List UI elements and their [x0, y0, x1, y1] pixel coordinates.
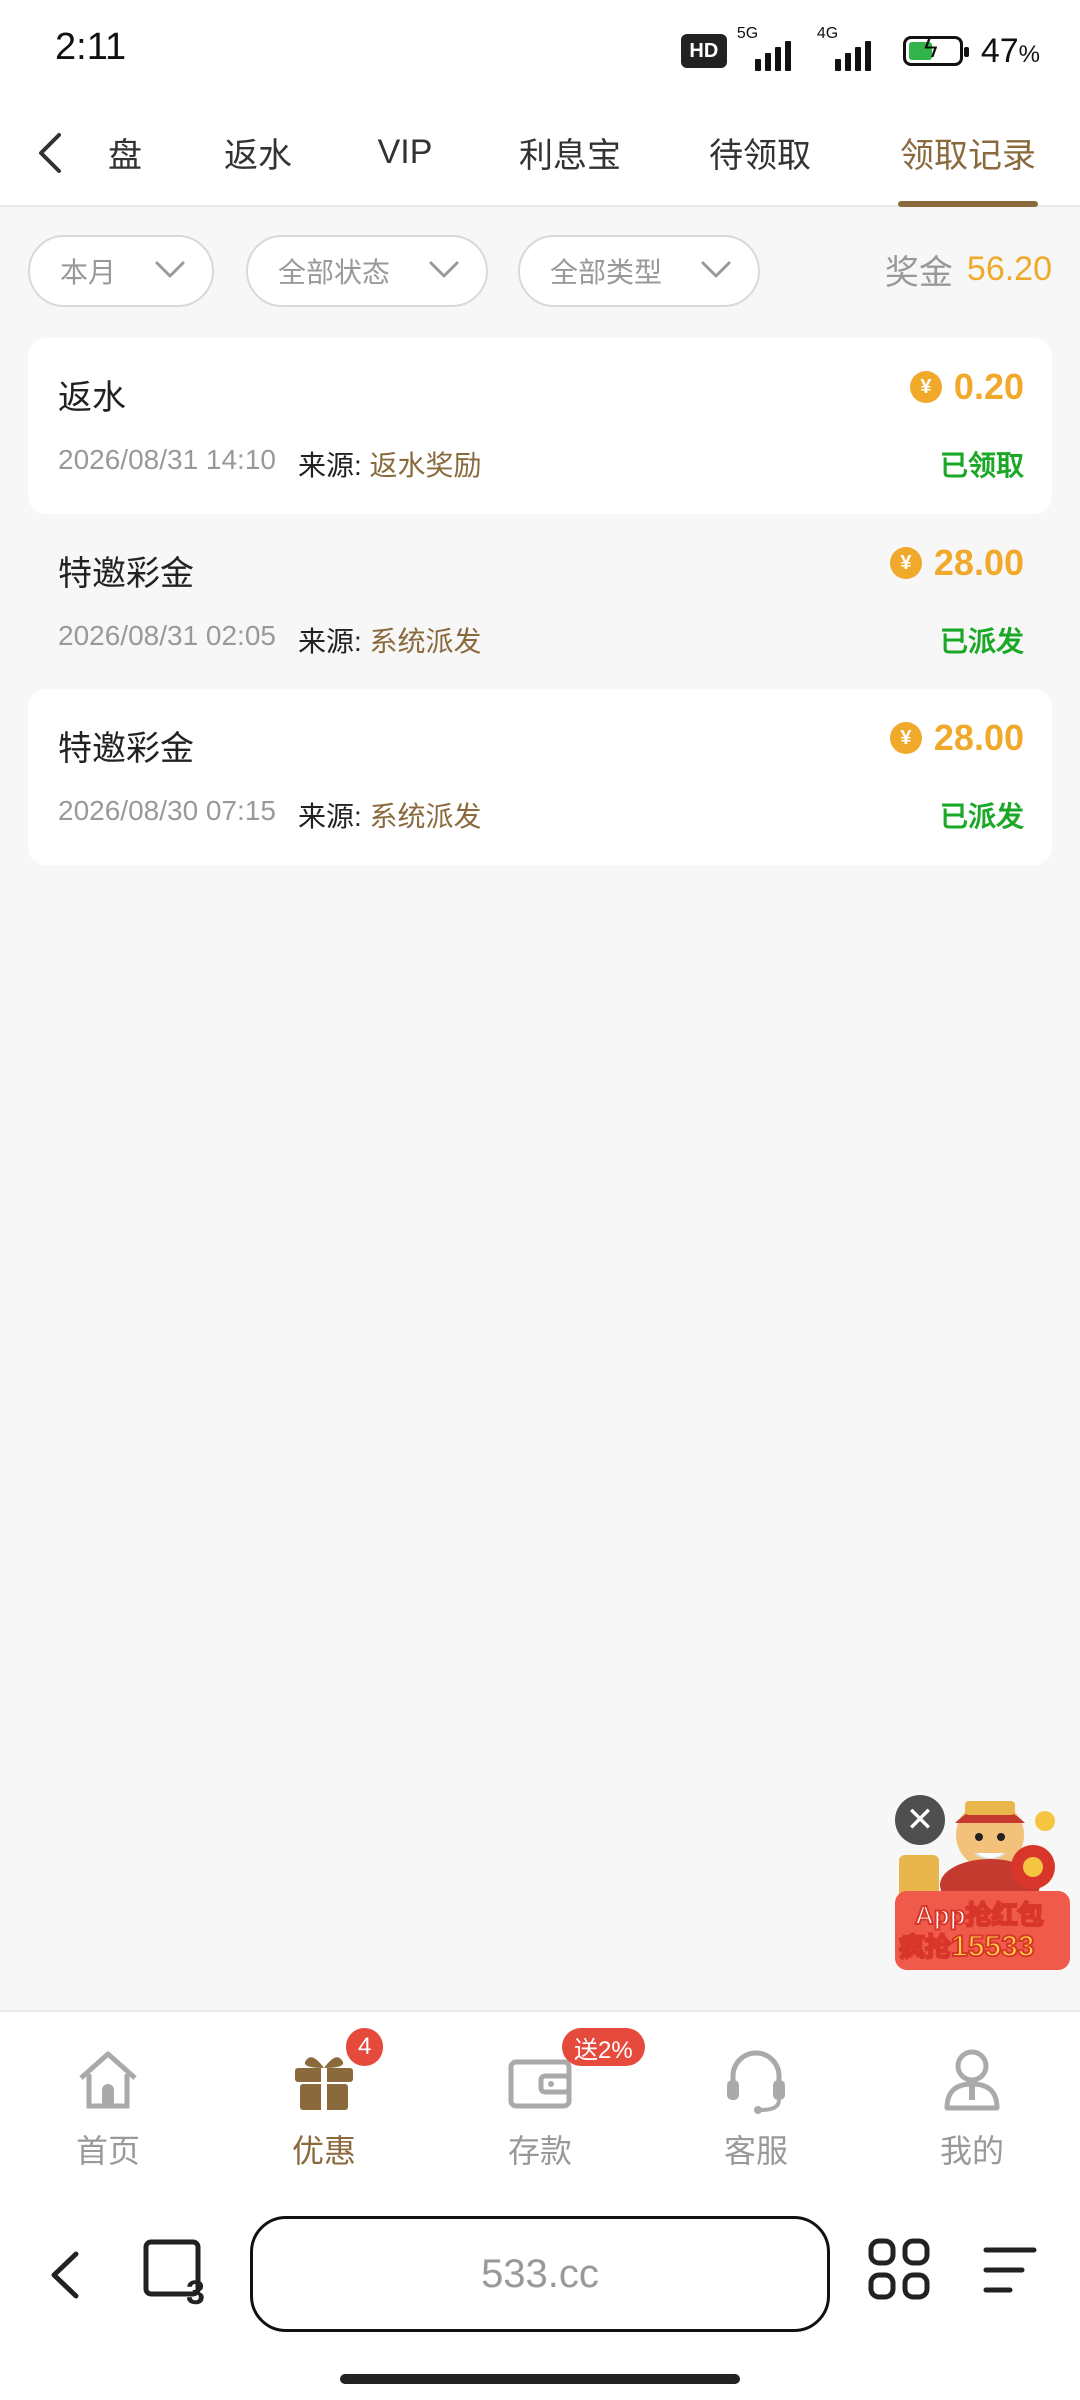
record-amount: ¥ 0.20: [909, 366, 1024, 408]
url-bar[interactable]: 533.cc: [250, 2216, 830, 2332]
tab-vip[interactable]: VIP: [360, 100, 450, 205]
status-bar: 2:11 HD 5G 4G ϟ 47%: [0, 0, 1080, 100]
promo-subtitle: 疯抢15533: [898, 1929, 1035, 1964]
record-item[interactable]: 特邀彩金 2026/08/31 02:05 来源: 系统派发 ¥ 28.00 已…: [28, 514, 1052, 690]
active-tab-indicator: [898, 201, 1038, 207]
bottom-navigation: 首页 4 优惠 送2% 存款 客服 我的: [0, 2010, 1080, 2180]
coin-icon: ¥: [909, 371, 942, 403]
record-datetime: 2026/08/30 07:15: [58, 795, 276, 826]
record-source: 系统派发: [369, 801, 482, 832]
record-datetime: 2026/08/31 02:05: [58, 620, 276, 651]
record-datetime: 2026/08/31 14:10: [58, 444, 276, 475]
browser-toolbar: 3 533.cc: [0, 2180, 1080, 2400]
record-item[interactable]: 返水 2026/08/31 14:10 来源: 返水奖励 ¥ 0.20 已领取: [28, 338, 1052, 514]
home-indicator[interactable]: [340, 2374, 740, 2384]
bonus-value: 56.20: [966, 250, 1052, 288]
menu-icon[interactable]: [980, 2240, 1040, 2300]
tab-rebate[interactable]: 返水: [208, 100, 308, 205]
tab-interest[interactable]: 利息宝: [510, 100, 630, 205]
promotions-count-badge: 4: [346, 2028, 384, 2066]
record-status: 已派发: [939, 801, 1024, 832]
svg-text:3: 3: [186, 2274, 205, 2308]
record-amount: ¥ 28.00: [889, 542, 1024, 584]
filter-bar: 本月 全部状态 全部类型 奖金 56.20: [28, 235, 1052, 309]
battery-icon: ϟ: [902, 35, 969, 66]
record-status: 已领取: [939, 450, 1024, 481]
coin-icon: ¥: [889, 547, 922, 579]
apps-grid-icon[interactable]: [866, 2236, 932, 2302]
deposit-bonus-badge: 送2%: [562, 2028, 645, 2066]
headset-icon: [727, 2050, 785, 2114]
back-button[interactable]: [22, 118, 78, 188]
record-source: 返水奖励: [369, 450, 482, 481]
bonus-label: 奖金: [884, 254, 953, 292]
chevron-down-icon: [701, 261, 731, 278]
nav-home[interactable]: 首页: [0, 2012, 216, 2182]
chevron-down-icon: [155, 261, 185, 278]
record-source-label: 来源:: [297, 626, 362, 657]
signal-4g-icon: 4G: [817, 25, 887, 71]
red-packet-promo-banner[interactable]: App抢红包 疯抢15533 ✕: [895, 1795, 1070, 1970]
browser-tabs-icon[interactable]: 3: [140, 2232, 210, 2308]
record-status: 已派发: [939, 626, 1024, 657]
chevron-down-icon: [429, 261, 459, 278]
record-title: 特邀彩金: [58, 555, 194, 593]
record-source-label: 来源:: [297, 450, 362, 481]
nav-promotions[interactable]: 4 优惠: [216, 2012, 432, 2182]
tab-claim-history[interactable]: 领取记录: [898, 100, 1038, 207]
browser-back-icon[interactable]: [40, 2240, 90, 2310]
record-amount: ¥ 28.00: [889, 717, 1024, 759]
signal-5g-icon: 5G: [737, 25, 807, 71]
chevron-left-icon: [39, 133, 61, 173]
home-icon: [79, 2051, 137, 2109]
record-title: 特邀彩金: [58, 730, 194, 768]
period-filter-dropdown[interactable]: 本月: [28, 235, 214, 307]
close-icon[interactable]: ✕: [895, 1795, 945, 1845]
coin-icon: ¥: [889, 722, 922, 754]
tab-pending[interactable]: 待领取: [700, 100, 820, 205]
nav-profile[interactable]: 我的: [864, 2012, 1080, 2182]
record-source: 系统派发: [369, 626, 482, 657]
tab-pan[interactable]: 盘: [100, 100, 150, 205]
tab-bar: 盘 返水 VIP 利息宝 待领取 领取记录: [0, 100, 1080, 207]
hd-voice-icon: HD: [680, 34, 727, 68]
nav-customer-service[interactable]: 客服: [648, 2012, 864, 2182]
type-filter-dropdown[interactable]: 全部类型: [518, 235, 760, 307]
user-icon: [944, 2049, 1000, 2111]
record-title: 返水: [58, 379, 126, 417]
battery-percent: 47%: [980, 31, 1040, 70]
record-source-label: 来源:: [297, 801, 362, 832]
bonus-total: 奖金 56.20: [885, 245, 1052, 294]
record-item[interactable]: 特邀彩金 2026/08/30 07:15 来源: 系统派发 ¥ 28.00 已…: [28, 689, 1052, 865]
status-icons: HD 5G 4G ϟ 47%: [680, 25, 1040, 74]
nav-deposit[interactable]: 送2% 存款: [432, 2012, 648, 2182]
status-filter-dropdown[interactable]: 全部状态: [246, 235, 488, 307]
status-time: 2:11: [55, 26, 127, 68]
